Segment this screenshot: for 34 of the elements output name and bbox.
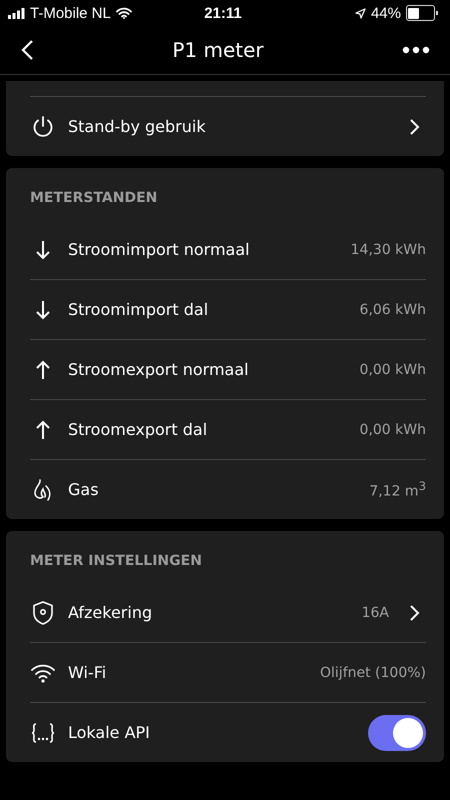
battery-icon <box>406 5 438 21</box>
back-icon[interactable] <box>20 39 34 61</box>
wifi-icon <box>116 7 132 19</box>
more-icon[interactable] <box>402 46 430 54</box>
row-label: Wi-Fi <box>68 663 108 682</box>
wifi-icon <box>30 662 56 682</box>
row-value: 14,30 kWh <box>350 242 426 258</box>
row-label: Afzekering <box>68 603 154 622</box>
toggle-switch[interactable] <box>368 714 426 750</box>
location-arrow-icon <box>354 8 366 18</box>
row-value: Olijfnet (100%) <box>320 664 426 680</box>
row-value: 0,00 kWh <box>360 422 426 438</box>
row-value: 16A <box>362 604 389 620</box>
row-label: Gas <box>68 480 100 499</box>
section-header: METER INSTELLINGEN <box>30 552 203 571</box>
row-label: Stroomimport dal <box>68 300 210 319</box>
battery-percentage: 44% <box>370 4 401 22</box>
screen-title: P1 meter <box>172 38 264 62</box>
chevron-icon <box>409 604 420 622</box>
braces-icon <box>30 722 56 744</box>
row-value: 7,12 m$^{3}$ <box>369 479 426 500</box>
carrier-name: T-Mobile NL <box>30 4 111 22</box>
chevron-icon <box>409 118 420 136</box>
row-label: Stroomimport normaal <box>68 240 251 259</box>
row-label: Lokale API <box>68 723 151 742</box>
status-time: 21:11 <box>204 4 242 22</box>
row-label: Stroomexport dal <box>68 420 208 439</box>
shield-icon <box>30 600 56 626</box>
section-header: METERSTANDEN <box>30 189 158 208</box>
row-value: 6,06 kWh <box>360 302 426 318</box>
row-value: 0,00 kWh <box>360 362 426 378</box>
row-label: Stroomexport normaal <box>68 360 250 379</box>
signal-icon <box>8 8 25 18</box>
row-label: Stand-by gebruik <box>68 117 207 136</box>
